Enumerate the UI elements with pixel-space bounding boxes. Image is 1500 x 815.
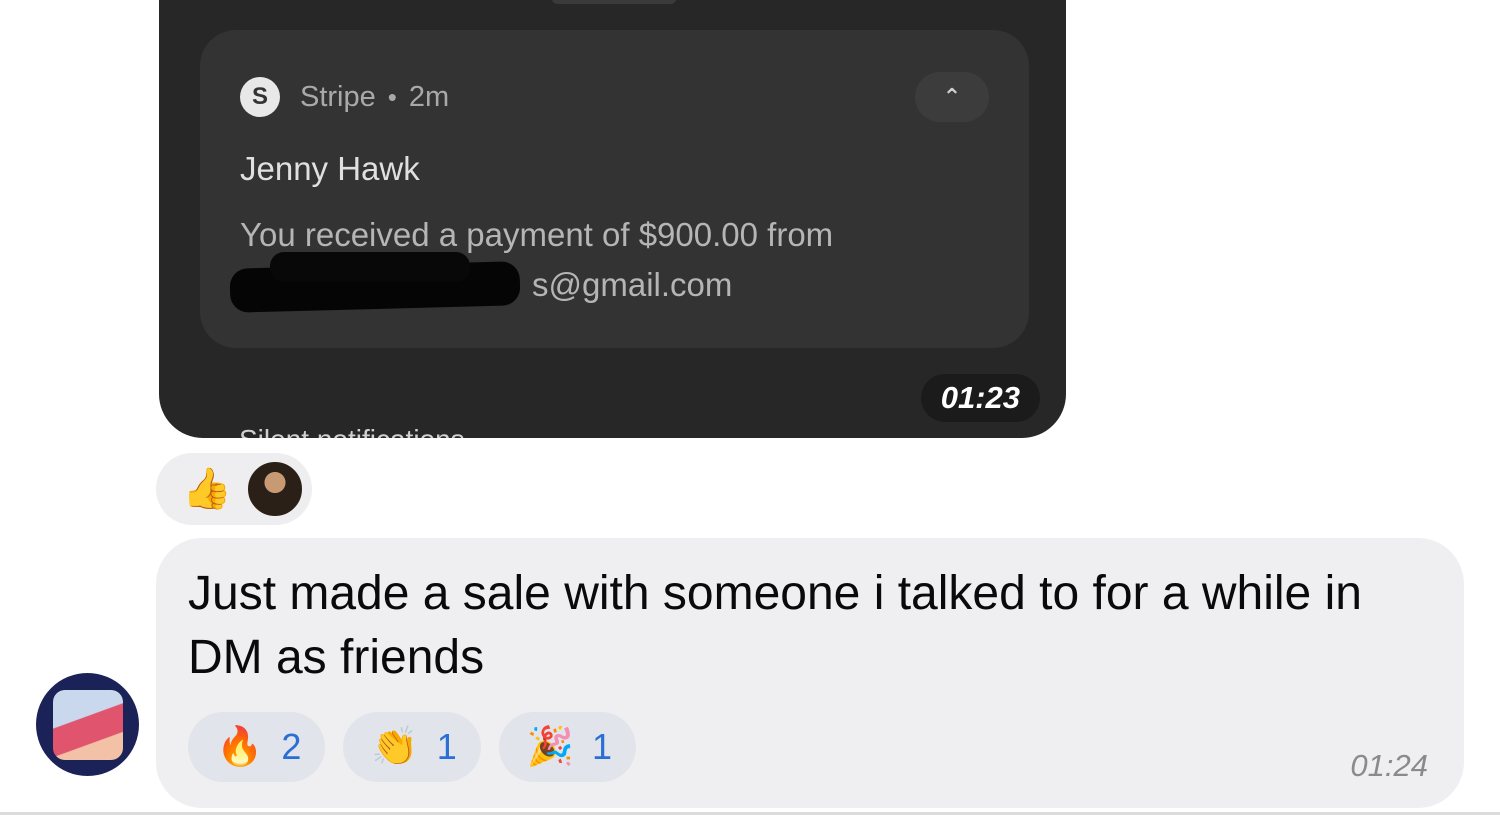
sender-avatar[interactable] bbox=[36, 673, 139, 776]
notification-header: S Stripe • 2m bbox=[240, 77, 449, 117]
redaction-mark bbox=[270, 252, 470, 282]
reactor-avatar bbox=[245, 460, 304, 518]
party-popper-icon: 🎉 bbox=[526, 726, 575, 768]
reaction-count: 1 bbox=[436, 726, 457, 767]
notification-title: Jenny Hawk bbox=[240, 150, 420, 187]
reaction-fire[interactable]: 🔥 2 bbox=[188, 712, 326, 782]
fire-icon: 🔥 bbox=[216, 726, 264, 768]
screenshot-reaction[interactable]: 👍 bbox=[156, 453, 312, 525]
notification-body-line1: You received a payment of $900.00 from bbox=[240, 216, 834, 253]
screenshot-image-message[interactable]: S Stripe • 2m ⌃ Jenny Hawk You received … bbox=[159, 0, 1066, 438]
stripe-notification-card: S Stripe • 2m ⌃ Jenny Hawk You received … bbox=[200, 30, 1029, 348]
silent-notifications-label: Silent notifications bbox=[239, 424, 465, 438]
message-timestamp: 01:24 bbox=[1350, 748, 1428, 783]
chat-view: S Stripe • 2m ⌃ Jenny Hawk You received … bbox=[0, 0, 1500, 815]
reaction-party[interactable]: 🎉 1 bbox=[498, 712, 637, 782]
image-timestamp: 01:23 bbox=[920, 374, 1040, 422]
app-name: Stripe bbox=[300, 80, 376, 113]
reaction-count: 2 bbox=[281, 726, 302, 767]
drag-handle bbox=[552, 0, 676, 4]
thumbs-up-icon: 👍 bbox=[182, 467, 232, 511]
reaction-bar: 🔥 2 👏 1 🎉 1 bbox=[188, 712, 637, 782]
message-bubble[interactable]: Just made a sale with someone i talked t… bbox=[156, 538, 1464, 808]
avatar-photo bbox=[52, 689, 123, 760]
clapping-hands-icon: 👏 bbox=[371, 726, 419, 768]
separator-dot: • bbox=[387, 81, 397, 112]
message-text: Just made a sale with someone i talked t… bbox=[188, 567, 1362, 684]
chevron-up-icon: ⌃ bbox=[915, 72, 989, 122]
stripe-app-icon: S bbox=[240, 77, 280, 117]
reaction-clap[interactable]: 👏 1 bbox=[343, 712, 481, 782]
reaction-count: 1 bbox=[592, 726, 613, 767]
notification-age: 2m bbox=[408, 80, 450, 113]
